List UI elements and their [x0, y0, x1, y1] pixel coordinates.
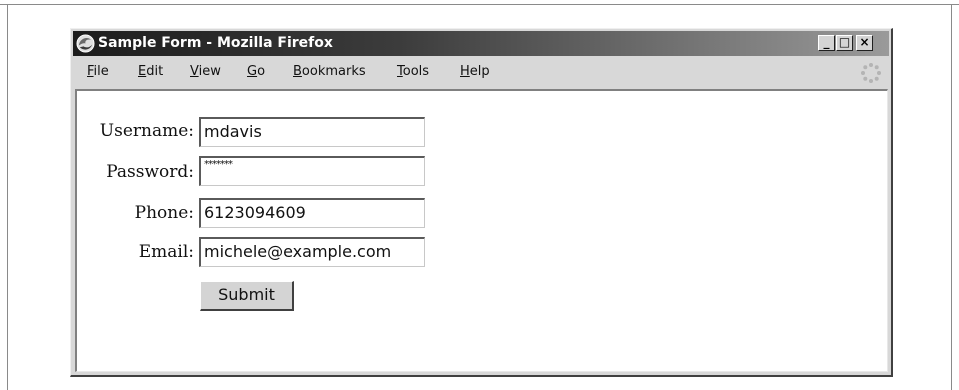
- maximize-icon: □: [838, 35, 851, 49]
- maximize-button[interactable]: □: [836, 35, 853, 51]
- menu-edit[interactable]: Edit: [138, 64, 163, 79]
- minimize-button[interactable]: _: [818, 35, 835, 51]
- page-border-top: [0, 4, 959, 5]
- menu-help[interactable]: Help: [460, 64, 490, 79]
- page-content: Username: mdavis Password: ******* Phone…: [75, 89, 888, 372]
- throbber-icon: [861, 63, 881, 83]
- menu-bar: File Edit View Go Bookmarks Tools Help: [73, 58, 889, 84]
- email-label: Email:: [138, 242, 194, 262]
- menu-view[interactable]: View: [190, 64, 221, 79]
- close-icon: ×: [859, 35, 870, 49]
- close-button[interactable]: ×: [856, 35, 873, 51]
- username-label: Username:: [99, 121, 194, 141]
- page-border-left: [7, 4, 8, 390]
- phone-input[interactable]: 6123094609: [199, 198, 425, 228]
- password-label: Password:: [106, 162, 194, 182]
- menu-bookmarks[interactable]: Bookmarks: [293, 64, 366, 79]
- window-title: Sample Form - Mozilla Firefox: [98, 35, 333, 51]
- email-input[interactable]: michele@example.com: [199, 237, 425, 267]
- phone-label: Phone:: [134, 203, 194, 223]
- browser-window: Sample Form - Mozilla Firefox _ □ × File…: [70, 28, 893, 377]
- title-bar[interactable]: Sample Form - Mozilla Firefox _ □ ×: [73, 31, 889, 56]
- menu-go[interactable]: Go: [247, 64, 265, 79]
- submit-button[interactable]: Submit: [200, 281, 294, 311]
- menu-file[interactable]: File: [87, 64, 109, 79]
- menu-tools[interactable]: Tools: [397, 64, 429, 79]
- firefox-icon: [76, 34, 95, 53]
- page-border-right: [951, 4, 952, 390]
- username-input[interactable]: mdavis: [199, 117, 425, 147]
- password-input[interactable]: *******: [199, 156, 425, 186]
- minimize-icon: _: [823, 35, 830, 49]
